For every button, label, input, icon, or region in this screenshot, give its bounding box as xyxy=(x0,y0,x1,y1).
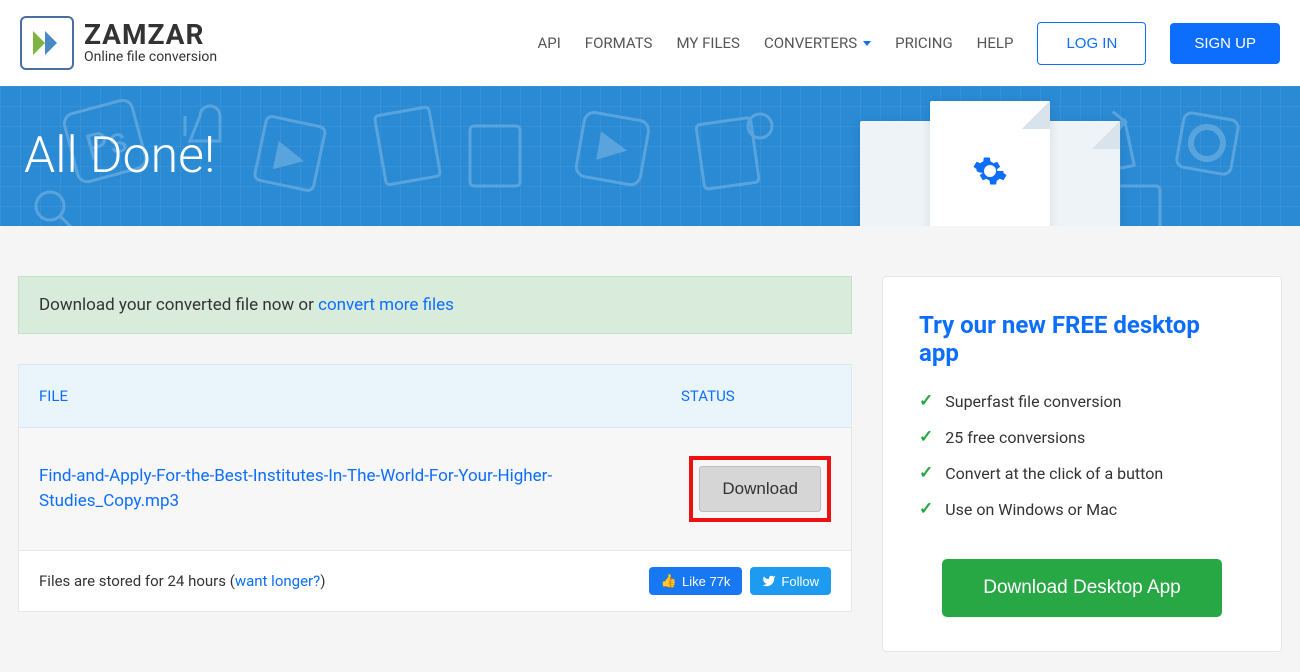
download-desktop-button[interactable]: Download Desktop App xyxy=(942,559,1222,617)
download-button[interactable]: Download xyxy=(699,466,821,512)
desktop-app-card: Try our new FREE desktop app ✓Superfast … xyxy=(882,276,1282,652)
want-longer-link[interactable]: want longer? xyxy=(235,572,320,590)
feature-item: ✓Use on Windows or Mac xyxy=(919,499,1245,519)
files-table: FILE STATUS Find-and-Apply-For-the-Best-… xyxy=(18,364,852,612)
check-icon: ✓ xyxy=(919,391,933,411)
feature-item: ✓25 free conversions xyxy=(919,427,1245,447)
table-header: FILE STATUS xyxy=(18,364,852,428)
storage-note: Files are stored for 24 hours ( xyxy=(39,572,235,590)
right-column: Try our new FREE desktop app ✓Superfast … xyxy=(882,276,1282,652)
facebook-like-button[interactable]: 👍 Like 77k xyxy=(649,567,743,595)
check-icon: ✓ xyxy=(919,499,933,519)
login-button[interactable]: LOG IN xyxy=(1037,22,1146,65)
main-content: Download your converted file now or conv… xyxy=(0,226,1300,672)
nav-help[interactable]: HELP xyxy=(977,34,1014,52)
hero-banner: Ps All Done! xyxy=(0,86,1300,226)
thumbs-up-icon: 👍 xyxy=(661,573,677,589)
social-buttons: 👍 Like 77k Follow xyxy=(649,567,831,595)
left-column: Download your converted file now or conv… xyxy=(18,276,852,652)
card-title: Try our new FREE desktop app xyxy=(919,311,1245,367)
document-illustration xyxy=(860,101,1120,226)
header-file: FILE xyxy=(39,387,681,405)
check-icon: ✓ xyxy=(919,463,933,483)
main-nav: API FORMATS MY FILES CONVERTERS PRICING … xyxy=(537,22,1280,65)
nav-myfiles[interactable]: MY FILES xyxy=(676,34,740,52)
signup-button[interactable]: SIGN UP xyxy=(1170,23,1280,64)
alert-text: Download your converted file now or xyxy=(39,295,318,315)
gear-icon xyxy=(972,153,1008,189)
table-footer: Files are stored for 24 hours (want long… xyxy=(18,551,852,612)
convert-more-link[interactable]: convert more files xyxy=(318,295,454,315)
hero-title: All Done! xyxy=(24,127,215,185)
file-name-link[interactable]: Find-and-Apply-For-the-Best-Institutes-I… xyxy=(39,464,689,515)
logo-title: ZAMZAR xyxy=(84,21,217,49)
download-highlight: Download xyxy=(689,456,831,522)
logo-icon xyxy=(20,16,74,70)
logo[interactable]: ZAMZAR Online file conversion xyxy=(20,16,217,70)
nav-api[interactable]: API xyxy=(537,34,560,52)
table-row: Find-and-Apply-For-the-Best-Institutes-I… xyxy=(18,428,852,551)
twitter-icon xyxy=(762,574,776,588)
nav-converters[interactable]: CONVERTERS xyxy=(764,34,871,52)
feature-item: ✓Superfast file conversion xyxy=(919,391,1245,411)
nav-pricing[interactable]: PRICING xyxy=(895,34,953,52)
twitter-follow-button[interactable]: Follow xyxy=(750,567,831,595)
site-header: ZAMZAR Online file conversion API FORMAT… xyxy=(0,0,1300,86)
nav-formats[interactable]: FORMATS xyxy=(585,34,653,52)
header-status: STATUS xyxy=(681,387,831,405)
success-alert: Download your converted file now or conv… xyxy=(18,276,852,334)
chevron-down-icon xyxy=(863,41,871,46)
logo-subtitle: Online file conversion xyxy=(84,49,217,65)
feature-item: ✓Convert at the click of a button xyxy=(919,463,1245,483)
check-icon: ✓ xyxy=(919,427,933,447)
